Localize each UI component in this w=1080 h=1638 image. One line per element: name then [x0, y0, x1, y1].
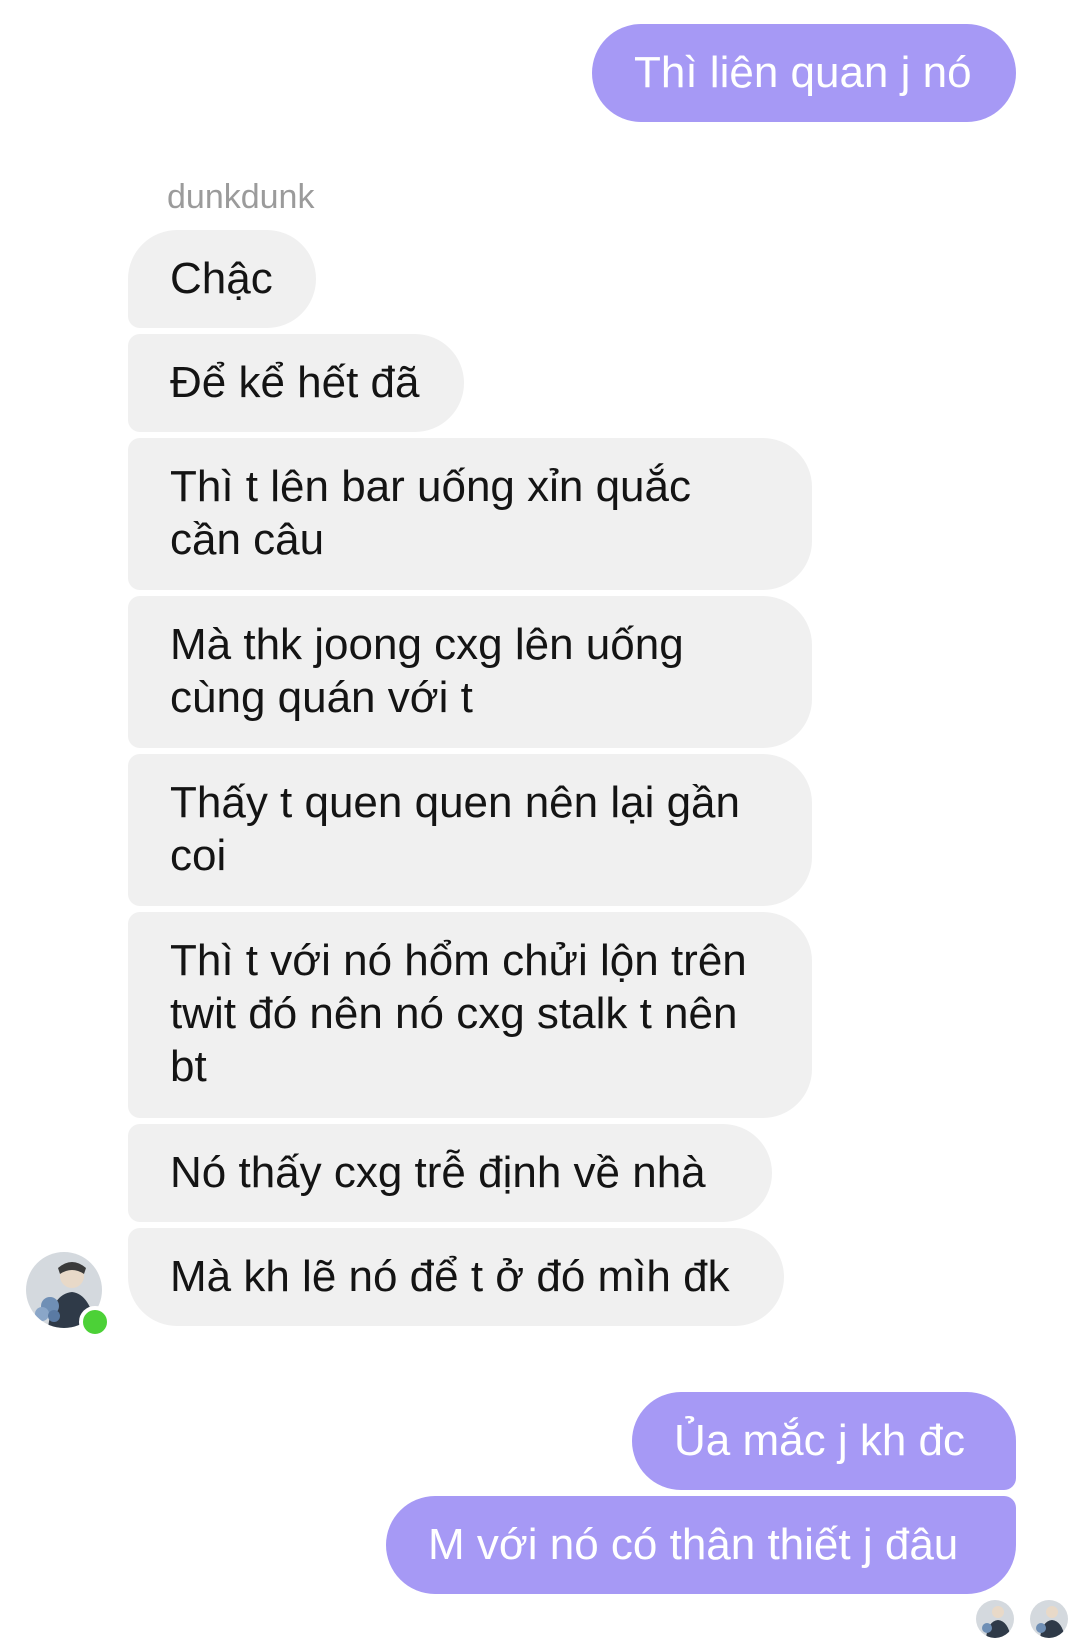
incoming-message[interactable]: Chậc: [128, 230, 316, 328]
outgoing-message[interactable]: M với nó có thân thiết j đâu: [386, 1496, 1016, 1594]
outgoing-message[interactable]: Ủa mắc j kh đc: [632, 1392, 1016, 1490]
incoming-message[interactable]: Thì t lên bar uống xỉn quắc cần câu: [128, 438, 812, 590]
incoming-message[interactable]: Mà kh lẽ nó để t ở đó mìh đk: [128, 1228, 784, 1326]
online-status-dot: [79, 1306, 111, 1338]
incoming-message[interactable]: Để kể hết đã: [128, 334, 464, 432]
read-receipt-avatar: [1030, 1600, 1068, 1638]
sender-name: dunkdunk: [167, 178, 315, 216]
avatar-photo-icon: [1030, 1600, 1068, 1638]
avatar-photo-icon: [976, 1600, 1014, 1638]
incoming-message[interactable]: Mà thk joong cxg lên uống cùng quán với …: [128, 596, 812, 748]
read-receipt-avatar: [976, 1600, 1014, 1638]
incoming-message[interactable]: Nó thấy cxg trễ định về nhà: [128, 1124, 772, 1222]
incoming-message[interactable]: Thấy t quen quen nên lại gần coi: [128, 754, 812, 906]
incoming-message[interactable]: Thì t với nó hổm chửi lộn trên twit đó n…: [128, 912, 812, 1118]
outgoing-message[interactable]: Thì liên quan j nó: [592, 24, 1016, 122]
